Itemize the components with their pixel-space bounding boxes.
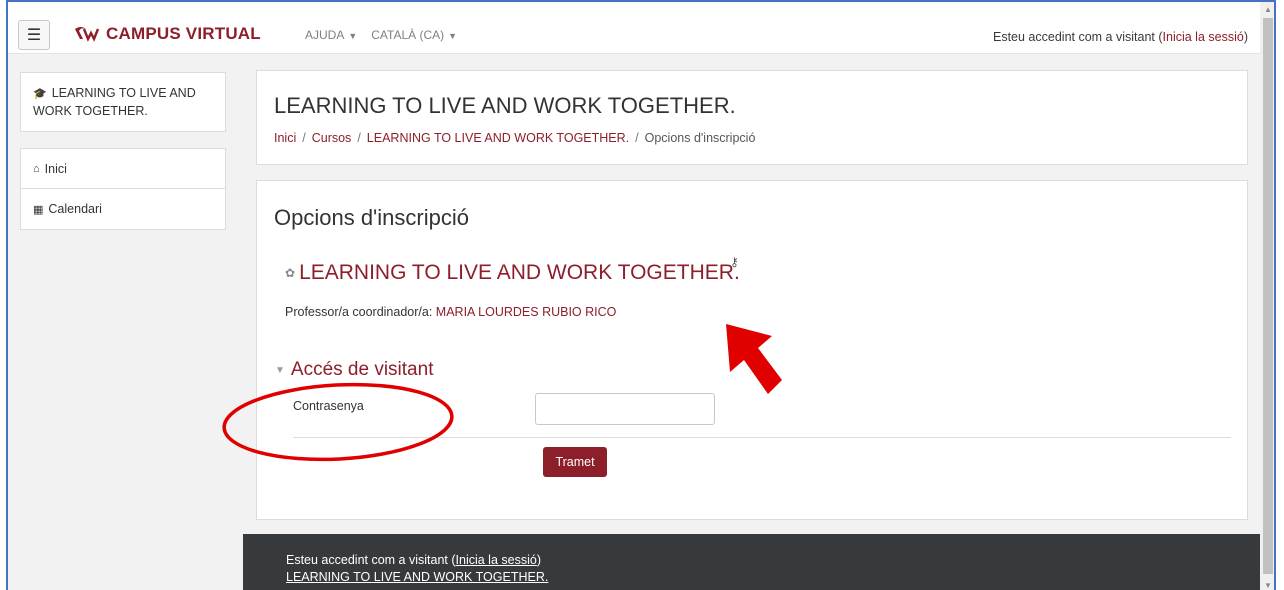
guest-access-label: Accés de visitant: [290, 359, 434, 380]
scroll-thumb[interactable]: [1263, 18, 1273, 574]
browser-viewport: ☰ CAMPUS VIRTUAL AJUDA ▼ CATALÀ (CA) ▼ Est…: [6, 0, 1276, 590]
course-icon: ✿: [285, 266, 296, 280]
breadcrumb-separator: /: [357, 131, 361, 145]
breadcrumb-separator: /: [635, 131, 639, 145]
language-menu[interactable]: CATALÀ (CA) ▼: [371, 28, 457, 42]
home-icon: ⌂: [33, 162, 40, 175]
teacher-link[interactable]: MARIA LOURDES RUBIO RICO: [436, 305, 617, 319]
breadcrumb: Inici / Cursos / LEARNING TO LIVE AND WORK T…: [274, 131, 755, 145]
section-title: Opcions d'inscripció: [274, 205, 469, 230]
campus-logo-icon: [75, 27, 100, 42]
page-title: LEARNING TO LIVE AND WORK TOGETHER.: [274, 93, 736, 118]
teacher-info: Professor/a coordinador/a: MARIA LOURDES…: [285, 305, 616, 319]
calendar-icon: ▦: [33, 203, 44, 216]
sidebar-nav: ⌂ Inici ▦ Calendari: [20, 148, 226, 230]
sidebar-item-label: Calendari: [48, 202, 102, 216]
footer-login-text: Esteu accedint com a visitant (: [286, 553, 456, 567]
login-link[interactable]: Inicia la sessió: [1163, 30, 1244, 44]
login-info-text: Esteu accedint com a visitant (: [993, 30, 1163, 44]
help-menu[interactable]: AJUDA ▼: [305, 28, 357, 42]
nav-menu: AJUDA ▼ CATALÀ (CA) ▼: [305, 28, 457, 42]
scroll-up-icon[interactable]: ▲: [1260, 2, 1274, 16]
caret-down-icon: ▼: [348, 31, 358, 41]
sidebar-item-label: Inici: [44, 161, 67, 176]
key-icon: ⚷: [730, 255, 739, 269]
breadcrumb-courses[interactable]: Cursos: [312, 131, 352, 145]
page-footer: Esteu accedint com a visitant (Inicia la…: [243, 534, 1260, 590]
footer-login-link[interactable]: Inicia la sessió: [456, 553, 537, 567]
collapse-icon: ▼: [275, 364, 285, 376]
hamburger-icon: ☰: [26, 27, 42, 44]
sidebar-item-inici[interactable]: ⌂ Inici: [21, 149, 225, 189]
vertical-scrollbar[interactable]: ▲ ▼: [1260, 2, 1274, 590]
password-label: Contrasenya: [293, 399, 364, 413]
sidebar-course-name: LEARNING TO LIVE AND WORK TOGETHER.: [33, 86, 196, 118]
page-header: LEARNING TO LIVE AND WORK TOGETHER. Inic…: [256, 70, 1248, 165]
password-input[interactable]: [535, 393, 715, 425]
help-menu-label: AJUDA: [305, 28, 345, 42]
breadcrumb-course[interactable]: LEARNING TO LIVE AND WORK TOGETHER.: [367, 131, 629, 145]
teacher-label: Professor/a coordinador/a:: [285, 305, 433, 319]
footer-login-close: ): [536, 553, 541, 567]
top-navbar: ☰ CAMPUS VIRTUAL AJUDA ▼ CATALÀ (CA) ▼ Est…: [8, 2, 1260, 54]
footer-login-info: Esteu accedint com a visitant (Inicia la…: [286, 552, 1260, 569]
course-title: LEARNING TO LIVE AND WORK TOGETHER.: [299, 261, 740, 284]
guest-access-legend[interactable]: ▼ Accés de visitant: [275, 359, 433, 381]
graduation-cap-icon: 🎓: [33, 88, 47, 100]
login-info: Esteu accedint com a visitant (Inicia la…: [993, 30, 1248, 44]
form-divider: [293, 437, 1231, 438]
submit-button[interactable]: Tramet: [543, 447, 607, 477]
breadcrumb-home[interactable]: Inici: [274, 131, 296, 145]
hamburger-menu-button[interactable]: ☰: [18, 20, 50, 50]
scroll-down-icon[interactable]: ▼: [1260, 578, 1274, 590]
caret-down-icon: ▼: [448, 31, 458, 41]
breadcrumb-separator: /: [302, 131, 306, 145]
footer-course-link[interactable]: LEARNING TO LIVE AND WORK TOGETHER.: [286, 570, 548, 584]
site-brand[interactable]: CAMPUS VIRTUAL: [72, 24, 261, 44]
enrolment-options-card: Opcions d'inscripció ✿ LEARNING TO LIVE …: [256, 180, 1248, 520]
sidebar-item-calendari[interactable]: ▦ Calendari: [21, 189, 225, 229]
course-title-link[interactable]: ✿ LEARNING TO LIVE AND WORK TOGETHER.: [285, 261, 740, 285]
login-info-close: ): [1243, 30, 1248, 44]
sidebar-course-link[interactable]: 🎓 LEARNING TO LIVE AND WORK TOGETHER.: [20, 72, 226, 132]
language-menu-label: CATALÀ (CA): [371, 28, 445, 42]
brand-name: CAMPUS VIRTUAL: [106, 24, 261, 43]
breadcrumb-current: Opcions d'inscripció: [644, 131, 756, 145]
